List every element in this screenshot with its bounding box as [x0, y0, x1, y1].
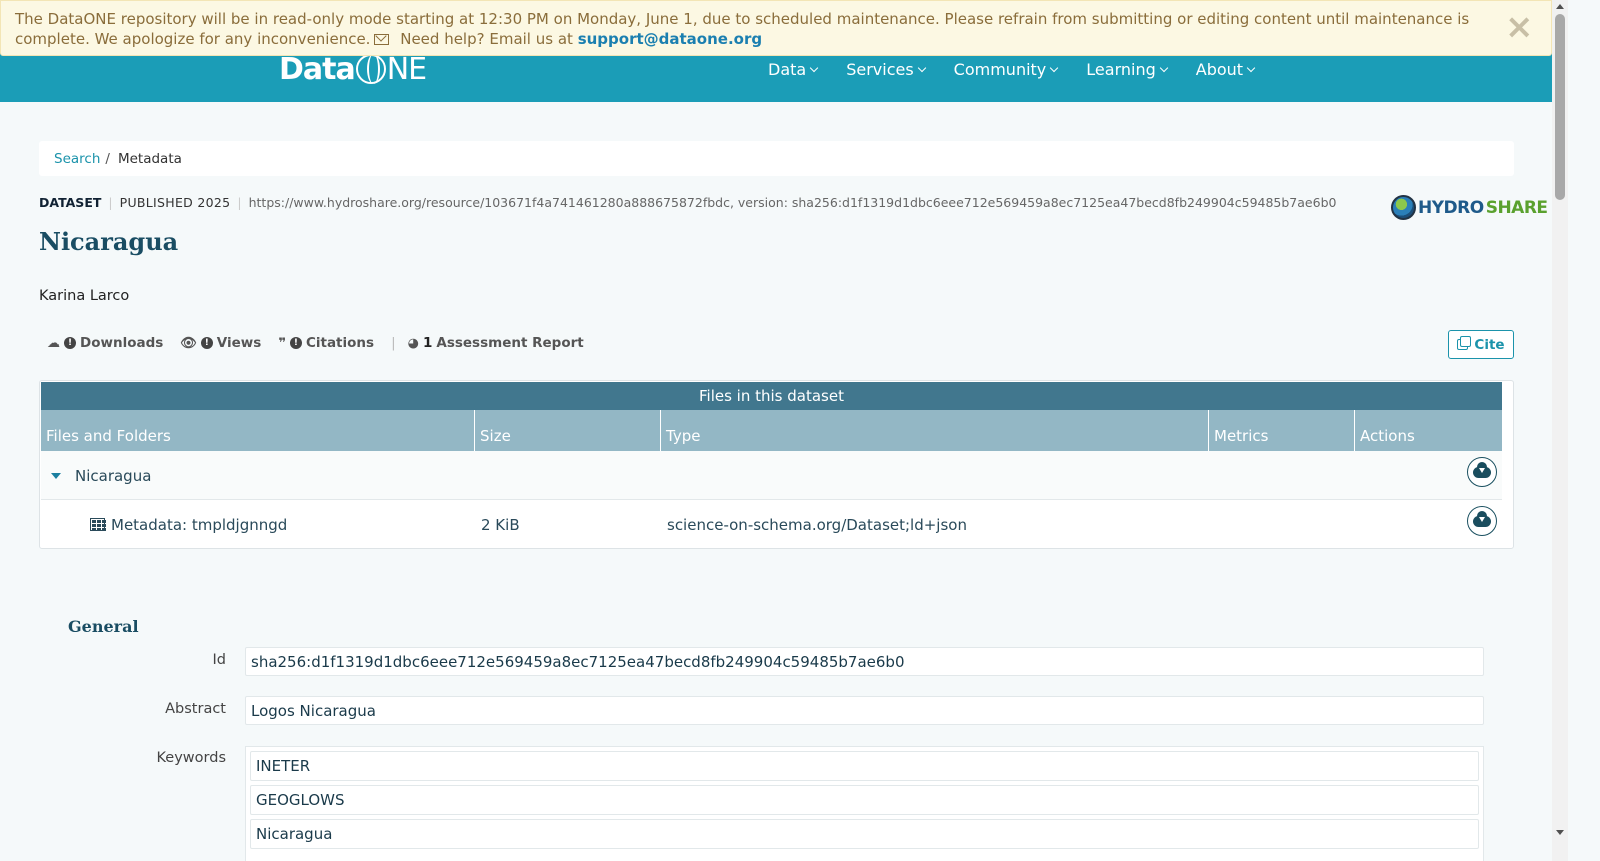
- column-header-size: Size: [475, 410, 661, 451]
- scroll-down-icon[interactable]: [1556, 830, 1564, 835]
- views-metric[interactable]: 👁 ! Views: [180, 335, 261, 351]
- file-name: Metadata: tmpldjgnngd: [111, 515, 288, 534]
- author-name[interactable]: Karina Larco: [39, 288, 129, 304]
- nav-community[interactable]: Community: [953, 60, 1059, 79]
- breadcrumb: Search / Metadata: [39, 141, 1514, 176]
- folder-cell[interactable]: Nicaragua: [51, 451, 151, 500]
- logo-text-data: Data: [279, 51, 356, 87]
- nav-services[interactable]: Services: [846, 60, 926, 79]
- hydroshare-logo-text-b: SHARE: [1485, 197, 1548, 218]
- hydroshare-globe-icon: [1391, 195, 1416, 220]
- alert-icon: !: [64, 337, 76, 349]
- metrics-bar: ☁ ! Downloads 👁 ! Views ❞ ! Citations | …: [47, 335, 601, 351]
- column-header-actions: Actions: [1355, 410, 1502, 451]
- nav-about-label: About: [1195, 60, 1244, 79]
- nav-about[interactable]: About: [1195, 60, 1256, 79]
- chevron-down-icon: [1246, 63, 1256, 72]
- cloud-download-icon: [1473, 510, 1491, 527]
- banner-help-text: Need help? Email us at: [400, 30, 573, 48]
- cloud-download-icon: ☁: [47, 335, 60, 351]
- nav-learning-label: Learning: [1086, 60, 1156, 79]
- dataset-type: DATASET: [39, 195, 102, 210]
- views-label: Views: [216, 335, 262, 351]
- abstract-label: Abstract: [165, 701, 226, 717]
- eye-icon: 👁: [180, 335, 197, 351]
- id-value: sha256:d1f1319d1dbc6eee712e569459a8ec712…: [245, 647, 1484, 676]
- keywords-list: INETER GEOGLOWS Nicaragua: [245, 746, 1484, 861]
- files-table-title: Files in this dataset: [41, 382, 1502, 410]
- id-label: Id: [212, 652, 226, 668]
- logo-text-ne: NE: [386, 51, 427, 87]
- copy-icon: [1457, 336, 1472, 350]
- downloads-metric[interactable]: ☁ ! Downloads: [47, 335, 163, 351]
- alert-icon: !: [289, 337, 302, 349]
- assessment-report-link[interactable]: ◕ 1 Assessment Report: [408, 335, 584, 351]
- file-type: science-on-schema.org/Dataset;ld+json: [667, 515, 967, 534]
- downloads-label: Downloads: [80, 335, 164, 351]
- assessment-count: 1: [422, 335, 433, 351]
- chevron-down-icon: [917, 63, 926, 72]
- chevron-down-icon: [1159, 63, 1168, 72]
- keyword-item: Nicaragua: [250, 819, 1479, 849]
- page-title: Nicaragua: [39, 227, 179, 256]
- cloud-download-icon: [1473, 461, 1491, 478]
- meta-divider: |: [108, 195, 113, 210]
- page-scrollbar[interactable]: [1552, 0, 1568, 861]
- globe-icon: [355, 54, 386, 84]
- envelope-icon: [374, 34, 390, 45]
- assessment-label: Assessment Report: [436, 335, 584, 351]
- table-row[interactable]: Metadata: tmpldjgnngd 2 KiB science-on-s…: [41, 500, 1502, 548]
- nav-services-label: Services: [846, 60, 914, 79]
- general-section-title: General: [68, 617, 139, 636]
- close-icon[interactable]: ×: [1505, 10, 1534, 44]
- abstract-value: Logos Nicaragua: [245, 696, 1484, 725]
- main-menu: Data Services Community Learning About: [768, 60, 1256, 79]
- table-row[interactable]: Nicaragua: [41, 451, 1502, 500]
- support-email-link[interactable]: support@dataone.org: [578, 30, 762, 48]
- column-header-metrics: Metrics: [1209, 410, 1355, 451]
- nav-learning[interactable]: Learning: [1086, 60, 1168, 79]
- citations-label: Citations: [305, 335, 375, 351]
- chevron-down-icon: [1050, 63, 1059, 72]
- column-header-files: Files and Folders: [41, 410, 475, 451]
- cite-label: Cite: [1474, 336, 1505, 353]
- nav-community-label: Community: [953, 60, 1047, 79]
- download-file-button[interactable]: [1467, 506, 1497, 536]
- breadcrumb-current: Metadata: [117, 150, 182, 167]
- scrollbar-thumb[interactable]: [1555, 14, 1565, 200]
- keyword-item: INETER: [250, 751, 1479, 781]
- dataset-meta-line: DATASET | PUBLISHED 2025 | https://www.h…: [39, 195, 1336, 210]
- dashboard-icon: ◕: [407, 335, 419, 351]
- breadcrumb-search-link[interactable]: Search: [54, 151, 100, 167]
- folder-name: Nicaragua: [75, 466, 152, 485]
- nav-data[interactable]: Data: [768, 60, 819, 79]
- alert-icon: !: [200, 337, 213, 349]
- download-folder-button[interactable]: [1467, 457, 1497, 487]
- files-table: Files in this dataset Files and Folders …: [39, 380, 1514, 549]
- maintenance-banner: The DataONE repository will be in read-o…: [0, 0, 1552, 56]
- cite-button[interactable]: Cite: [1448, 330, 1514, 359]
- chevron-down-icon: [809, 63, 819, 72]
- nav-data-label: Data: [768, 60, 807, 79]
- file-name-cell[interactable]: Metadata: tmpldjgnngd: [90, 500, 288, 548]
- caret-down-icon[interactable]: [51, 472, 61, 479]
- breadcrumb-separator: /: [105, 150, 110, 167]
- scroll-up-icon[interactable]: [1556, 4, 1564, 9]
- dataset-identifier: https://www.hydroshare.org/resource/1036…: [248, 195, 1337, 210]
- hydroshare-logo[interactable]: HYDRO SHARE: [1391, 195, 1548, 220]
- quote-icon: ❞: [278, 335, 286, 351]
- keywords-label: Keywords: [156, 750, 226, 766]
- published-year: PUBLISHED 2025: [119, 195, 231, 210]
- metrics-divider: |: [391, 335, 396, 351]
- meta-divider: |: [237, 195, 242, 210]
- keyword-item: GEOGLOWS: [250, 785, 1479, 815]
- hydroshare-logo-text-a: HYDRO: [1418, 197, 1484, 218]
- citations-metric[interactable]: ❞ ! Citations: [278, 335, 374, 351]
- column-header-type: Type: [661, 410, 1209, 451]
- table-icon: [90, 518, 106, 531]
- file-size: 2 KiB: [481, 515, 520, 534]
